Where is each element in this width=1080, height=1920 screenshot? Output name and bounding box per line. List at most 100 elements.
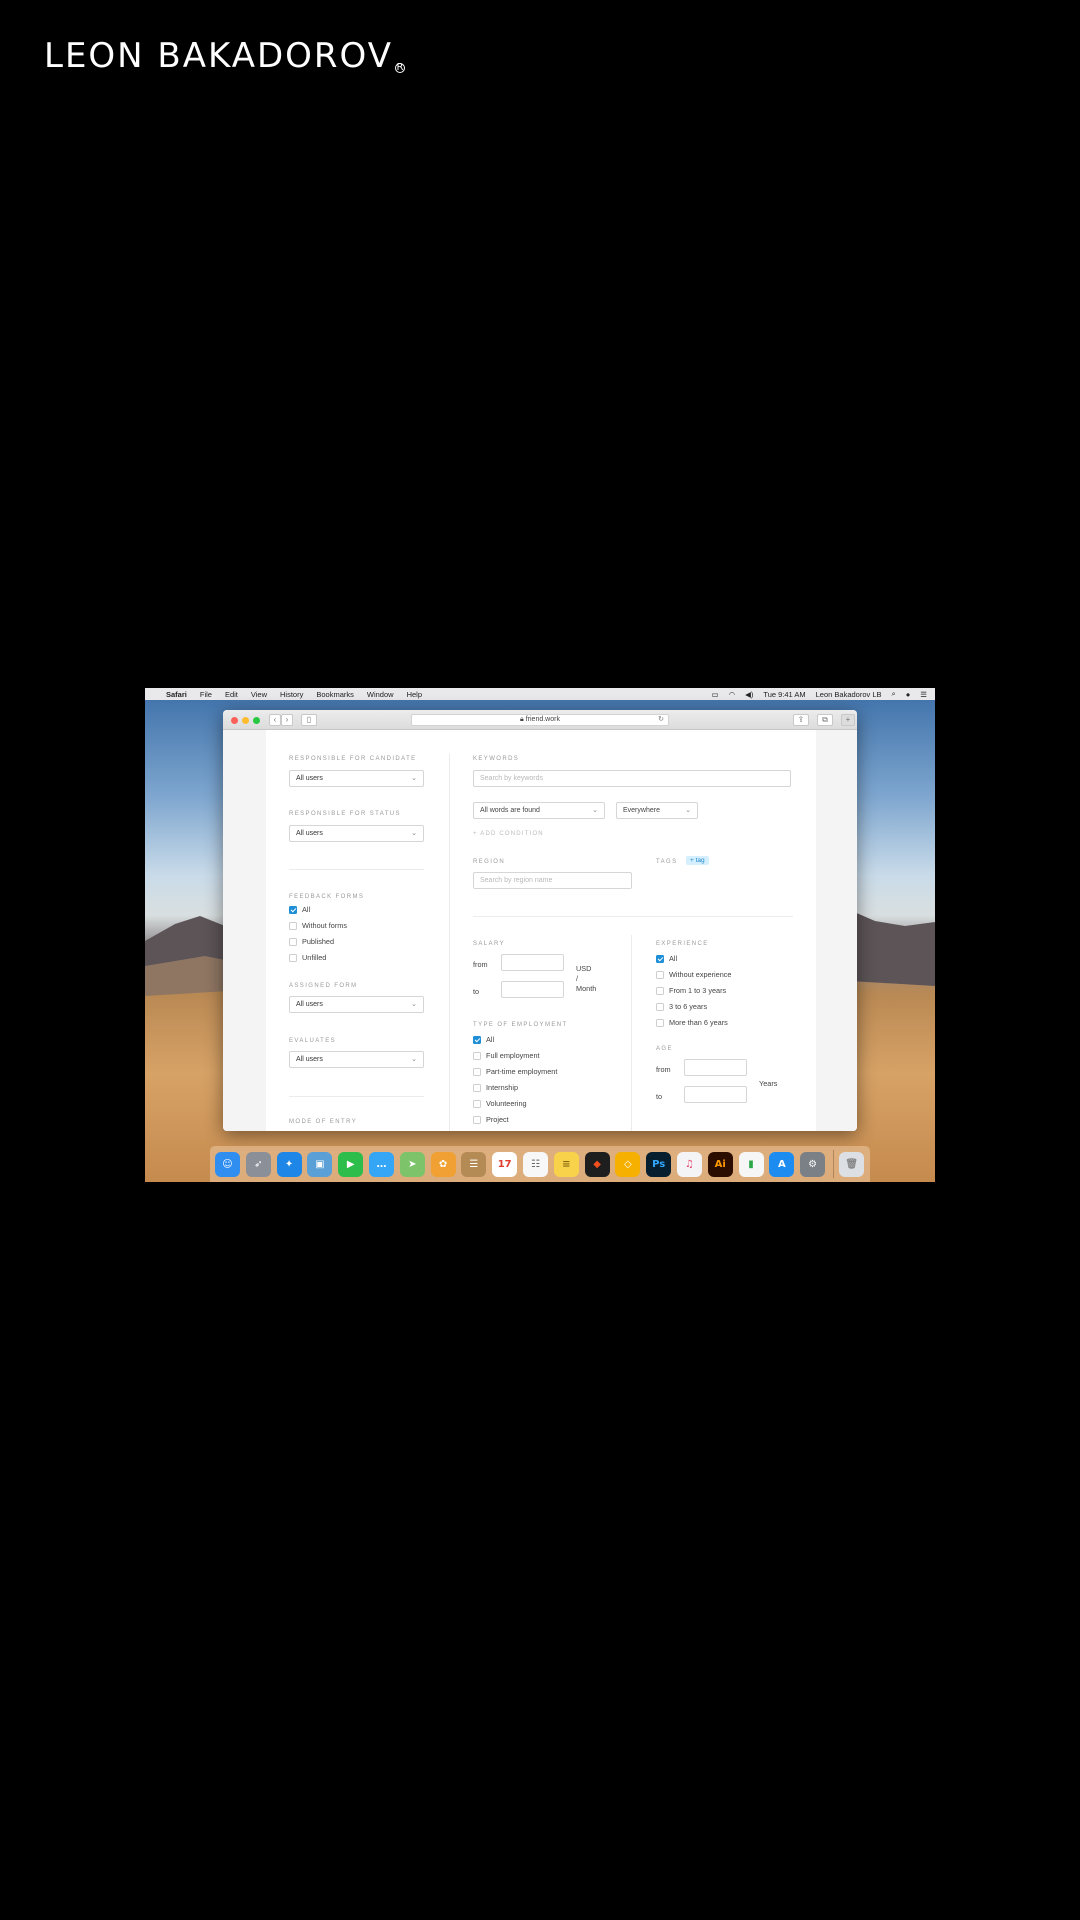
experience-1-3-checkbox[interactable]: From 1 to 3 years [656, 986, 726, 995]
experience-3-6-checkbox[interactable]: 3 to 6 years [656, 1002, 707, 1011]
siri-icon[interactable]: ● [906, 690, 911, 699]
illustrator-icon[interactable]: Ai [707, 1151, 733, 1177]
feedback-published-checkbox[interactable]: Published [289, 937, 334, 946]
feedback-without-forms-checkbox[interactable]: Without forms [289, 921, 347, 930]
responsible-status-label: RESPONSIBLE FOR STATUS [289, 811, 401, 817]
age-from-input[interactable] [684, 1059, 747, 1076]
assigned-form-select[interactable]: All users ⌄ [289, 996, 424, 1013]
employment-part-time-checkbox[interactable]: Part-time employment [473, 1067, 557, 1076]
experience-none-checkbox[interactable]: Without experience [656, 970, 731, 979]
evaluates-select[interactable]: All users ⌄ [289, 1051, 424, 1068]
contacts-icon[interactable]: ☰ [461, 1151, 487, 1177]
maps-icon[interactable]: ➤ [399, 1151, 425, 1177]
menu-view[interactable]: View [251, 690, 267, 699]
figma-icon[interactable]: ◆ [584, 1151, 610, 1177]
age-to-input[interactable] [684, 1086, 747, 1103]
new-tab-icon[interactable]: + [841, 714, 855, 726]
menu-bookmarks[interactable]: Bookmarks [316, 690, 354, 699]
employment-part-time-label: Part-time employment [486, 1067, 558, 1076]
feedback-unfilled-checkbox[interactable]: Unfilled [289, 953, 326, 962]
spotlight-icon[interactable]: ⌕ [892, 689, 896, 699]
keywords-input[interactable]: Search by keywords [473, 770, 791, 787]
sketch-icon[interactable]: ◇ [615, 1151, 641, 1177]
checkbox-icon [656, 970, 664, 979]
close-window-button[interactable] [231, 717, 238, 724]
lock-icon: 🔒︎ [520, 716, 524, 723]
region-input[interactable]: Search by region name [473, 872, 632, 889]
employment-volunteering-checkbox[interactable]: Volunteering [473, 1099, 527, 1108]
experience-6plus-checkbox[interactable]: More than 6 years [656, 1018, 728, 1027]
responsible-candidate-select[interactable]: All users ⌄ [289, 770, 424, 787]
menu-safari[interactable]: Safari [166, 690, 187, 699]
reminders-icon[interactable]: ☷ [522, 1151, 548, 1177]
volume-icon[interactable]: ◀) [745, 690, 753, 699]
clock[interactable]: Tue 9:41 AM [763, 690, 805, 699]
tabs-icon[interactable]: ⧉ [817, 714, 833, 726]
mac-screen: Safari File Edit View History Bookmarks … [145, 688, 935, 1182]
scope-select[interactable]: Everywhere ⌄ [616, 802, 698, 819]
salary-from-label: from [473, 960, 488, 969]
responsible-status-select[interactable]: All users ⌄ [289, 825, 424, 842]
menu-history[interactable]: History [280, 690, 303, 699]
reload-icon[interactable]: ↻ [658, 715, 664, 725]
employment-internship-checkbox[interactable]: Internship [473, 1083, 518, 1092]
wifi-icon[interactable]: ◠ [729, 690, 736, 699]
match-mode-select[interactable]: All words are found ⌄ [473, 802, 605, 819]
finder-icon[interactable]: ☺ [215, 1151, 240, 1177]
sidebar-icon[interactable]: ▯ [301, 714, 317, 726]
employment-all-checkbox[interactable]: All [473, 1035, 494, 1044]
forward-icon[interactable]: › [281, 714, 293, 726]
add-condition-link[interactable]: + ADD CONDITION [473, 831, 544, 837]
dock: ☺ ➶ ✦ ▣ ▶… ➤ ✿ ☰ 17 ☷ ≡ ◆ ◇ Ps ♫ Ai ▮ A ⚙ 🗑 [210, 1146, 870, 1182]
notes-icon[interactable]: ≡ [553, 1151, 579, 1177]
chevron-down-icon: ⌄ [685, 807, 691, 814]
photoshop-icon[interactable]: Ps [646, 1151, 672, 1177]
address-bar[interactable]: 🔒︎ friend.work ↻ [411, 714, 669, 726]
add-tag-button[interactable]: + tag [686, 856, 709, 865]
preview-icon[interactable]: ▣ [307, 1151, 333, 1177]
filter-page: RESPONSIBLE FOR CANDIDATE All users ⌄ RES… [266, 730, 816, 1131]
salary-to-input[interactable] [501, 981, 564, 998]
system-preferences-icon[interactable]: ⚙ [800, 1151, 826, 1177]
safari-icon[interactable]: ✦ [276, 1151, 302, 1177]
menu-edit[interactable]: Edit [225, 690, 238, 699]
calendar-icon[interactable]: 17 [492, 1151, 518, 1177]
browser-toolbar: ‹ › ▯ 🔒︎ friend.work ↻ ⇪ ⧉ + [223, 710, 857, 730]
share-icon[interactable]: ⇪ [793, 714, 809, 726]
user-menu[interactable]: Leon Bakadorov LB [816, 690, 882, 699]
salary-from-input[interactable] [501, 954, 564, 971]
launchpad-icon[interactable]: ➶ [245, 1151, 271, 1177]
experience-all-checkbox[interactable]: All [656, 954, 677, 963]
chevron-down-icon: ⌄ [411, 1056, 417, 1063]
keywords-placeholder: Search by keywords [480, 775, 544, 782]
checkbox-checked-icon [656, 954, 664, 963]
minimize-window-button[interactable] [242, 717, 249, 724]
chevron-down-icon: ⌄ [411, 830, 417, 837]
menu-window[interactable]: Window [367, 690, 394, 699]
feedback-all-checkbox[interactable]: All [289, 905, 310, 914]
messages-icon[interactable]: … [368, 1151, 394, 1177]
assigned-form-value: All users [296, 1001, 323, 1008]
salary-unit-separator: / [576, 974, 579, 983]
numbers-icon[interactable]: ▮ [738, 1151, 764, 1177]
facetime-icon[interactable]: ▶ [338, 1151, 364, 1177]
checkbox-icon [289, 953, 297, 962]
brand-logo: LEON BAKADOROV R [44, 36, 405, 76]
experience-1-3-label: From 1 to 3 years [669, 986, 727, 995]
itunes-icon[interactable]: ♫ [676, 1151, 702, 1177]
checkbox-icon [473, 1051, 481, 1060]
trash-icon[interactable]: 🗑 [839, 1151, 865, 1177]
menu-file[interactable]: File [200, 690, 212, 699]
menu-bar: Safari File Edit View History Bookmarks … [145, 688, 935, 700]
menu-help[interactable]: Help [407, 690, 422, 699]
zoom-window-button[interactable] [253, 717, 260, 724]
airplay-icon[interactable]: ▭ [711, 690, 718, 699]
employment-project-checkbox[interactable]: Project [473, 1115, 509, 1124]
salary-label: SALARY [473, 941, 505, 947]
app-store-icon[interactable]: A [769, 1151, 795, 1177]
evaluates-label: EVALUATES [289, 1038, 337, 1044]
photos-icon[interactable]: ✿ [430, 1151, 456, 1177]
employment-full-checkbox[interactable]: Full employment [473, 1051, 540, 1060]
back-icon[interactable]: ‹ [269, 714, 281, 726]
notification-center-icon[interactable]: ☰ [920, 690, 927, 699]
